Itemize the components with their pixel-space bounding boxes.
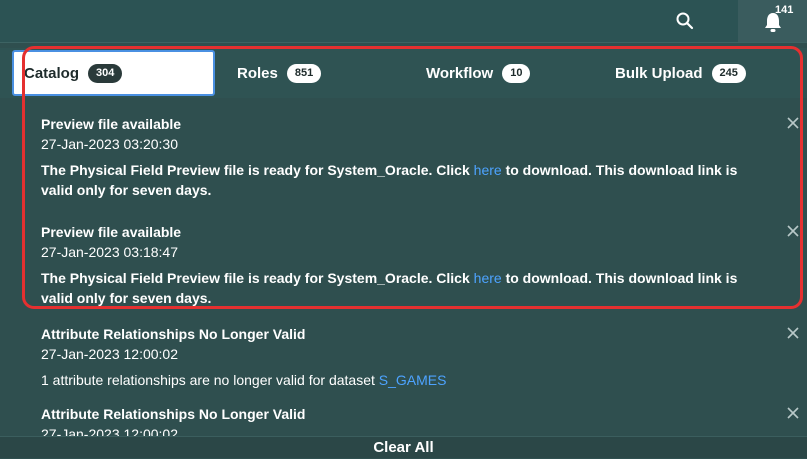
notification-item: Attribute Relationships No Longer Valid … (0, 406, 807, 436)
tab-label: Bulk Upload (615, 64, 703, 82)
notification-title: Attribute Relationships No Longer Valid (41, 406, 306, 422)
notifications-area: 141 (738, 0, 807, 42)
close-icon[interactable] (786, 326, 800, 340)
tab-bar: Catalog 304 Roles 851 Workflow 10 Bulk U… (0, 48, 807, 98)
notification-date: 27-Jan-2023 12:00:02 (41, 426, 178, 436)
tab-count-badge: 10 (502, 63, 531, 83)
notification-item: Preview file available 27-Jan-2023 03:18… (0, 224, 807, 314)
tab-catalog[interactable]: Catalog 304 (12, 50, 215, 96)
tab-count-badge: 304 (88, 63, 123, 83)
tab-bulk-upload[interactable]: Bulk Upload 245 (615, 50, 746, 96)
tab-label: Workflow (426, 64, 494, 82)
notification-item: Attribute Relationships No Longer Valid … (0, 326, 807, 396)
notification-message: The Physical Field Preview file is ready… (41, 268, 761, 308)
notification-title: Attribute Relationships No Longer Valid (41, 326, 306, 342)
download-link[interactable]: here (474, 270, 502, 286)
notification-panel: Catalog 304 Roles 851 Workflow 10 Bulk U… (0, 48, 807, 458)
close-icon[interactable] (786, 116, 800, 130)
notification-item: Preview file available 27-Jan-2023 03:20… (0, 116, 807, 206)
message-text: 1 attribute relationships are no longer … (41, 372, 379, 388)
tab-label: Catalog (24, 64, 80, 82)
tab-count-badge: 851 (286, 63, 322, 83)
search-icon[interactable] (675, 11, 695, 31)
close-icon[interactable] (786, 406, 800, 420)
notification-date: 27-Jan-2023 12:00:02 (41, 346, 178, 362)
notification-list: Preview file available 27-Jan-2023 03:20… (0, 98, 807, 436)
tab-count-badge: 245 (711, 63, 746, 83)
tab-workflow[interactable]: Workflow 10 (426, 50, 531, 96)
close-icon[interactable] (786, 224, 800, 238)
notification-title: Preview file available (41, 116, 182, 132)
download-link[interactable]: here (474, 162, 502, 178)
notification-count-badge: 141 (775, 4, 794, 16)
message-text: The Physical Field Preview file is ready… (41, 162, 474, 178)
top-bar: 141 (0, 0, 807, 43)
notification-message: 1 attribute relationships are no longer … (41, 370, 761, 390)
message-text: The Physical Field Preview file is ready… (41, 270, 474, 286)
tab-roles[interactable]: Roles 851 (237, 50, 322, 96)
notification-message: The Physical Field Preview file is ready… (41, 160, 761, 200)
notification-title: Preview file available (41, 224, 182, 240)
clear-all-button[interactable]: Clear All (0, 436, 807, 458)
notification-date: 27-Jan-2023 03:20:30 (41, 136, 178, 152)
notification-date: 27-Jan-2023 03:18:47 (41, 244, 178, 260)
tab-label: Roles (237, 64, 278, 82)
dataset-link[interactable]: S_GAMES (379, 372, 447, 388)
